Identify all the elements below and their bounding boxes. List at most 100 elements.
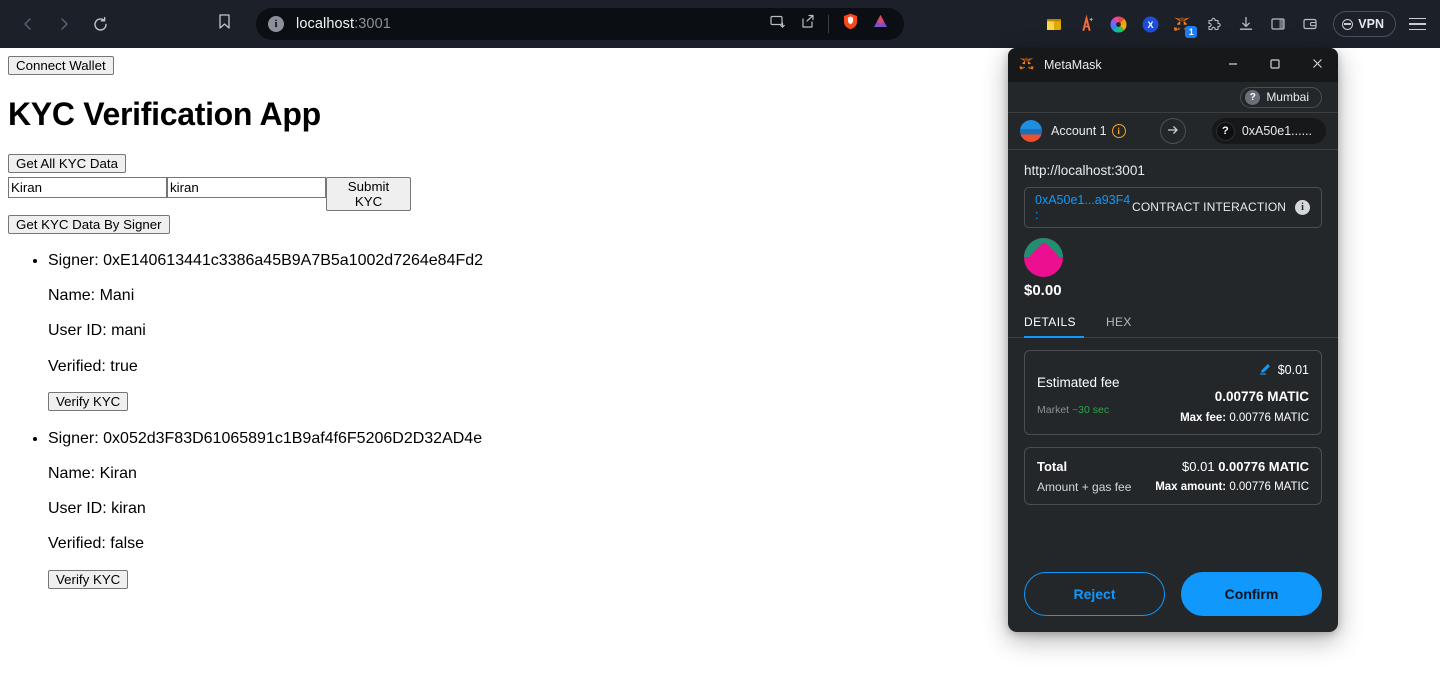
maximize-button[interactable] [1254,48,1296,82]
fee-card-right: $0.01 0.00776 MATIC Max fee: 0.00776 MAT… [1180,362,1309,424]
total-amount-row: $0.01 0.00776 MATIC [1155,459,1309,474]
arrow-right-icon [1166,123,1180,140]
max-fee-value: 0.00776 MATIC [1229,412,1309,424]
address-bar[interactable]: i localhost:3001 [256,8,904,40]
puzzle-extension-icon[interactable] [1199,9,1229,39]
account-name: Account 1 [1051,124,1107,138]
share-icon [799,13,816,35]
estimated-fee-card: Estimated fee Market ~30 sec $0.01 0.007… [1024,350,1322,435]
contract-interaction-box[interactable]: 0xA50e1...a93F4 : CONTRACT INTERACTION i [1024,187,1322,228]
metamask-tabs: DETAILS HEX [1008,309,1338,338]
tab-hex[interactable]: HEX [1106,315,1140,338]
metamask-action-footer: Reject Confirm [1008,558,1338,632]
recipient-address-pill[interactable]: ? 0xA50e1...... [1212,118,1326,144]
contract-interaction-label: CONTRACT INTERACTION [1132,200,1286,215]
max-amount-value: 0.00776 MATIC [1229,481,1309,493]
extension-tray: X 1 VPN [1039,9,1440,39]
vpn-label: VPN [1358,17,1384,31]
transaction-amount-block: $0.00 [1008,228,1338,309]
metamask-window-title: MetaMask [1044,58,1102,72]
browser-menu-button[interactable] [1402,9,1432,39]
verify-kyc-button[interactable]: Verify KYC [48,392,128,411]
fee-fiat-amount: $0.01 [1278,363,1309,377]
info-icon[interactable]: i [1295,200,1310,215]
transfer-arrow [1160,118,1186,144]
edit-pencil-icon[interactable] [1259,362,1272,378]
total-card: Total Amount + gas fee $0.01 0.00776 MAT… [1024,447,1322,505]
reload-icon [92,16,109,33]
fee-fiat-row[interactable]: $0.01 [1180,362,1309,378]
split-view-icon [769,13,786,35]
fee-native-amount: 0.00776 MATIC [1180,389,1309,404]
confirm-button[interactable]: Confirm [1181,572,1322,616]
userid-input[interactable] [167,177,326,198]
fee-card-left: Estimated fee Market ~30 sec [1037,362,1180,416]
recipient-address: 0xA50e1...... [1242,124,1312,138]
color-wheel-extension-icon[interactable] [1103,9,1133,39]
brave-shields-button[interactable] [836,10,864,38]
reject-button[interactable]: Reject [1024,572,1165,616]
sidebar-icon[interactable] [1263,9,1293,39]
metamask-account-bar: Account 1 i ? 0xA50e1...... [1008,112,1338,150]
browser-nav-buttons [0,8,116,40]
reload-button[interactable] [84,8,116,40]
kyc-submit-form: Submit KYC [8,177,411,211]
metamask-titlebar: MetaMask [1008,48,1338,82]
avatar [1020,120,1042,142]
window-controls [1212,48,1338,82]
metamask-fox-icon [1018,55,1035,75]
metamask-details-body: Estimated fee Market ~30 sec $0.01 0.007… [1008,338,1338,558]
url-text: localhost:3001 [296,16,391,32]
minimize-icon [1227,58,1239,73]
wallet-icon[interactable] [1295,9,1325,39]
total-label: Total [1037,459,1155,474]
gas-speed-label: Market ~30 sec [1037,404,1180,416]
max-amount-row: Max amount: 0.00776 MATIC [1155,481,1309,493]
ai-sparkle-extension-icon[interactable] [1071,9,1101,39]
downloads-icon[interactable] [1231,9,1261,39]
brave-rewards-button[interactable] [866,10,894,38]
close-icon [1311,57,1324,73]
metamask-notification-badge: 1 [1185,26,1197,38]
get-kyc-data-by-signer-button[interactable]: Get KYC Data By Signer [8,215,170,234]
chevron-left-icon [20,16,36,32]
gas-time-estimate: ~30 sec [1072,404,1109,416]
name-input[interactable] [8,177,167,198]
network-selector[interactable]: ? Mumbai [1240,87,1322,108]
max-fee-label: Max fee: [1180,412,1226,424]
transaction-amount: $0.00 [1024,282,1322,299]
verify-kyc-button[interactable]: Verify KYC [48,570,128,589]
contract-address: 0xA50e1...a93F4 : [1035,193,1132,223]
x-extension-icon[interactable]: X [1135,9,1165,39]
close-button[interactable] [1296,48,1338,82]
vpn-button[interactable]: VPN [1333,11,1396,37]
connect-wallet-button[interactable]: Connect Wallet [8,56,114,75]
url-host: localhost [296,16,354,32]
info-icon[interactable]: i [1112,124,1126,138]
network-unknown-icon: ? [1245,90,1260,105]
max-fee-row: Max fee: 0.00776 MATIC [1180,412,1309,424]
gas-market-text: Market [1037,404,1069,416]
total-native-amount: 0.00776 MATIC [1218,459,1309,474]
metamask-extension-icon[interactable]: 1 [1167,9,1197,39]
address-bar-actions [763,10,894,38]
submit-kyc-button[interactable]: Submit KYC [326,177,411,211]
bookmark-button[interactable] [208,8,240,40]
total-card-left: Total Amount + gas fee [1037,459,1155,494]
bookmark-icon [217,13,232,35]
back-button[interactable] [12,8,44,40]
minimize-button[interactable] [1212,48,1254,82]
metamask-popup-window: MetaMask ? Mumbai [1008,48,1338,632]
forward-button[interactable] [48,8,80,40]
metamask-network-bar: ? Mumbai [1008,82,1338,112]
get-all-kyc-data-button[interactable]: Get All KYC Data [8,154,126,173]
wallet-extension-icon[interactable] [1039,9,1069,39]
account-name-group[interactable]: Account 1 i [1051,124,1126,138]
browser-toolbar: i localhost:3001 [0,0,1440,48]
share-button[interactable] [793,10,821,38]
tab-details[interactable]: DETAILS [1024,315,1084,338]
brave-rewards-icon [871,12,890,36]
split-view-button[interactable] [763,10,791,38]
info-icon[interactable]: i [268,16,284,32]
network-name: Mumbai [1266,90,1309,104]
